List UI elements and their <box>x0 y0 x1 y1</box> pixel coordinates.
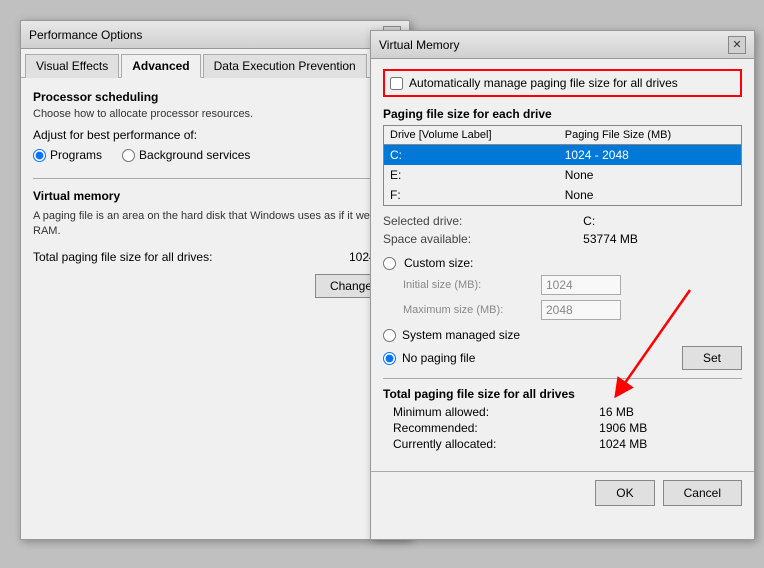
drive-table: Drive [Volume Label] Paging File Size (M… <box>383 125 742 206</box>
space-available-label: Space available: <box>383 232 575 246</box>
drive-row-f[interactable]: F: None <box>384 185 742 206</box>
auto-manage-checkbox[interactable] <box>390 77 403 90</box>
no-paging-label: No paging file <box>402 351 475 365</box>
selected-drive-label: Selected drive: <box>383 214 575 228</box>
selected-drive-value: C: <box>583 214 742 228</box>
custom-size-section: Custom size: Initial size (MB): Maximum … <box>383 256 742 320</box>
divider-1 <box>33 178 397 179</box>
drive-c-size: 1024 - 2048 <box>559 145 742 166</box>
drive-row-c[interactable]: C: 1024 - 2048 <box>384 145 742 166</box>
virt-titlebar: Virtual Memory ✕ <box>371 31 754 59</box>
custom-size-label: Custom size: <box>404 256 473 270</box>
programs-option[interactable]: Programs <box>33 148 102 162</box>
adjust-label: Adjust for best performance of: <box>33 128 397 142</box>
virtual-memory-window: Virtual Memory ✕ Automatically manage pa… <box>370 30 755 540</box>
managed-radio-section: System managed size No paging file Set <box>383 328 742 370</box>
drive-col-header: Drive [Volume Label] <box>384 126 559 145</box>
system-managed-radio[interactable] <box>383 329 396 342</box>
programs-radio[interactable] <box>33 149 46 162</box>
initial-size-row: Initial size (MB): <box>383 275 742 295</box>
virt-window-title: Virtual Memory <box>379 38 459 52</box>
auto-manage-label: Automatically manage paging file size fo… <box>409 76 678 90</box>
no-paging-radio[interactable] <box>383 352 396 365</box>
initial-size-input[interactable] <box>541 275 621 295</box>
background-radio[interactable] <box>122 149 135 162</box>
cancel-button[interactable]: Cancel <box>663 480 742 506</box>
maximum-size-label: Maximum size (MB): <box>403 304 533 316</box>
total-paging-row: Total paging file size for all drives: 1… <box>33 250 397 264</box>
drive-section-label: Paging file size for each drive <box>383 107 742 121</box>
tab-advanced[interactable]: Advanced <box>121 54 200 78</box>
ok-button[interactable]: OK <box>595 480 654 506</box>
set-button[interactable]: Set <box>682 346 742 370</box>
tabs-bar: Visual Effects Advanced Data Execution P… <box>21 49 409 78</box>
no-paging-row: No paging file Set <box>383 346 742 370</box>
recommended-label: Recommended: <box>393 421 591 435</box>
tab-dep[interactable]: Data Execution Prevention <box>203 54 367 78</box>
auto-manage-row: Automatically manage paging file size fo… <box>383 69 742 97</box>
total-paging-label: Total paging file size for all drives: <box>33 250 212 264</box>
virt-close-button[interactable]: ✕ <box>728 36 746 54</box>
custom-size-radio[interactable] <box>383 257 396 270</box>
recommended-value: 1906 MB <box>599 421 742 435</box>
total-drives-grid: Minimum allowed: 16 MB Recommended: 1906… <box>383 405 742 451</box>
virt-footer: OK Cancel <box>371 471 754 514</box>
drive-info-grid: Selected drive: C: Space available: 5377… <box>383 214 742 246</box>
min-allowed-label: Minimum allowed: <box>393 405 591 419</box>
drive-row-e[interactable]: E: None <box>384 165 742 185</box>
processor-section-desc: Choose how to allocate processor resourc… <box>33 108 397 120</box>
perf-window-title: Performance Options <box>29 28 142 42</box>
processor-section-title: Processor scheduling <box>33 90 397 104</box>
no-paging-option: No paging file <box>383 351 475 365</box>
maximum-size-row: Maximum size (MB): <box>383 300 742 320</box>
performance-options-window: Performance Options ✕ Visual Effects Adv… <box>20 20 410 540</box>
drive-f-size: None <box>559 185 742 206</box>
perf-titlebar: Performance Options ✕ <box>21 21 409 49</box>
initial-size-label: Initial size (MB): <box>403 279 533 291</box>
system-managed-row: System managed size <box>383 328 742 342</box>
custom-size-row: Custom size: <box>383 256 742 270</box>
background-label: Background services <box>139 148 250 162</box>
programs-label: Programs <box>50 148 102 162</box>
currently-allocated-label: Currently allocated: <box>393 437 591 451</box>
system-managed-label: System managed size <box>402 328 520 342</box>
total-drives-title: Total paging file size for all drives <box>383 387 742 401</box>
size-col-header: Paging File Size (MB) <box>559 126 742 145</box>
drive-e-size: None <box>559 165 742 185</box>
background-services-option[interactable]: Background services <box>122 148 250 162</box>
drive-f-letter: F: <box>384 185 559 206</box>
maximum-size-input[interactable] <box>541 300 621 320</box>
total-drives-section: Total paging file size for all drives Mi… <box>383 378 742 451</box>
currently-allocated-value: 1024 MB <box>599 437 742 451</box>
virt-content: Automatically manage paging file size fo… <box>371 59 754 471</box>
tab-visual-effects[interactable]: Visual Effects <box>25 54 119 78</box>
virtual-section-desc: A paging file is an area on the hard dis… <box>33 209 397 240</box>
perf-content: Processor scheduling Choose how to alloc… <box>21 78 409 310</box>
performance-radio-group: Programs Background services <box>33 148 397 162</box>
min-allowed-value: 16 MB <box>599 405 742 419</box>
space-available-value: 53774 MB <box>583 232 742 246</box>
drive-e-letter: E: <box>384 165 559 185</box>
virtual-section-title: Virtual memory <box>33 189 397 203</box>
drive-c-letter: C: <box>384 145 559 166</box>
